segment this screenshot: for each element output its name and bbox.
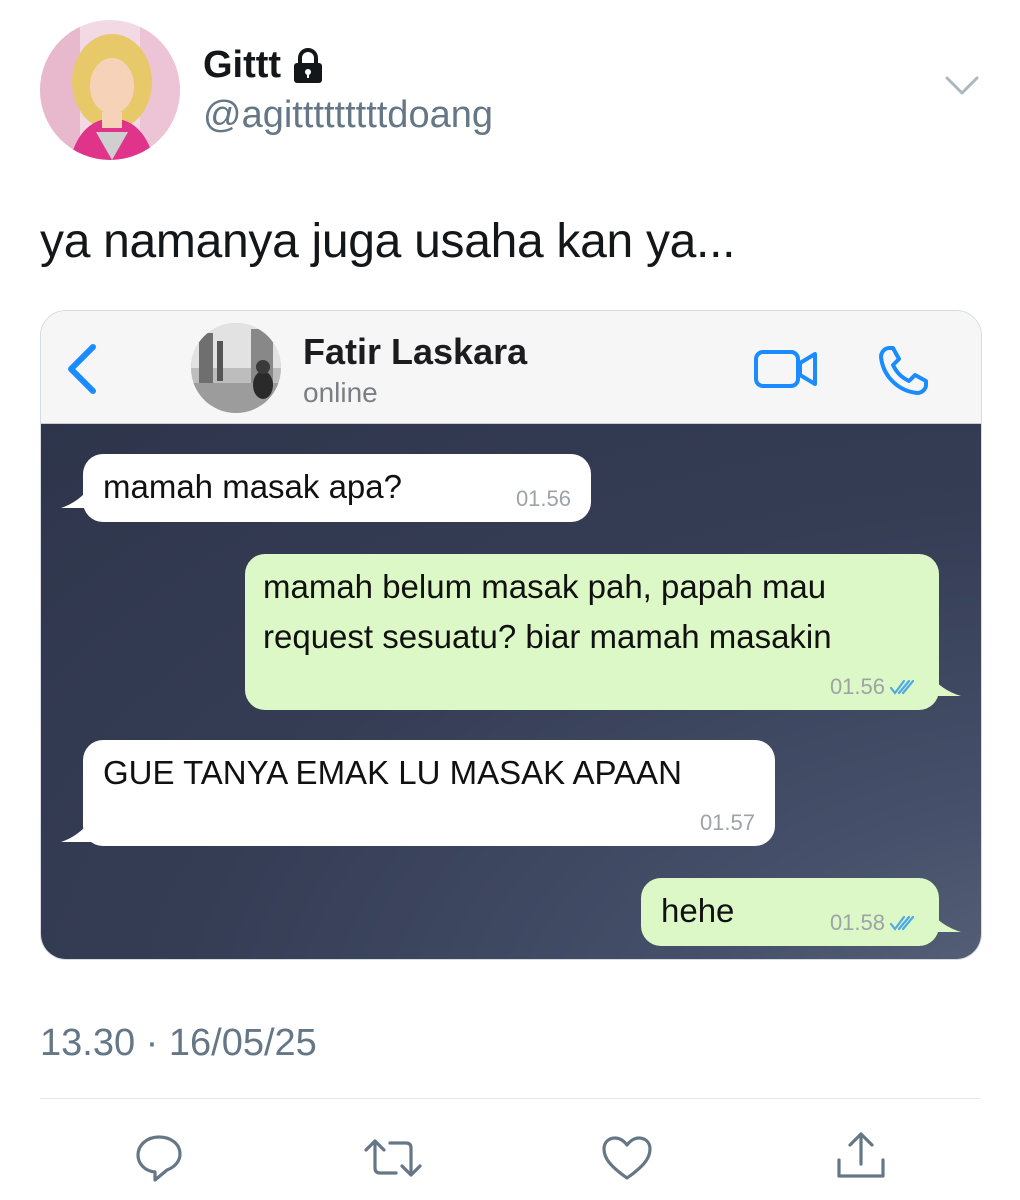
user-avatar[interactable] [40,20,180,160]
message-time-text: 01.56 [829,674,885,699]
message-time: 01.58 [830,910,917,936]
message-time: 01.57 [700,810,755,836]
message-bubble-incoming[interactable]: mamah masak apa? 01.56 [83,454,591,522]
message-text: mamah masak apa? [103,468,402,505]
double-check-icon [889,915,915,931]
contact-avatar[interactable] [191,323,281,413]
tweet-text: ya namanya juga usaha kan ya... [40,215,736,268]
message-time-text: 01.57 [699,810,755,835]
message-time-text: 01.56 [515,486,571,511]
contact-status: online [303,377,378,408]
chat-body: mamah masak apa? 01.56 mamah belum masak… [41,424,981,959]
message-text: GUE TANYA EMAK LU MASAK APAAN [103,754,682,791]
double-check-icon [889,679,915,695]
message-bubble-incoming[interactable]: GUE TANYA EMAK LU MASAK APAAN 01.57 [83,740,775,846]
message-text: mamah belum masak pah, papah mau request… [263,568,832,655]
message-text: hehe [661,892,735,929]
lock-icon [294,47,323,83]
message-time: 01.56 [516,486,571,512]
message-bubble-outgoing[interactable]: hehe 01.58 [641,878,939,946]
divider [40,1098,980,1099]
display-name-text: Gittt [203,44,282,86]
contact-name: Fatir Laskara [303,331,528,372]
back-chevron-icon[interactable] [63,341,103,397]
chat-screenshot[interactable]: Fatir Laskara online mamah masak apa? 01… [40,310,982,960]
like-icon[interactable] [600,1134,654,1182]
tweet-timestamp[interactable]: 13.30 · 16/05/25 [40,1022,317,1065]
phone-call-icon[interactable] [877,343,931,397]
message-bubble-outgoing[interactable]: mamah belum masak pah, papah mau request… [245,554,939,710]
share-icon[interactable] [834,1130,888,1182]
tweet-page: Gittt @agitttttttttdoang ya namanya juga… [0,0,1020,1200]
display-name[interactable]: Gittt [203,44,325,87]
reply-icon[interactable] [134,1132,184,1182]
bubble-tail [929,674,961,696]
bubble-tail [929,910,961,932]
video-call-icon[interactable] [753,347,819,391]
retweet-icon[interactable] [362,1136,424,1180]
message-time: 01.56 [830,674,917,700]
user-handle[interactable]: @agitttttttttdoang [203,94,493,137]
chat-header: Fatir Laskara online [41,311,981,424]
caret-down-icon[interactable] [944,74,980,98]
message-time-text: 01.58 [829,910,885,935]
